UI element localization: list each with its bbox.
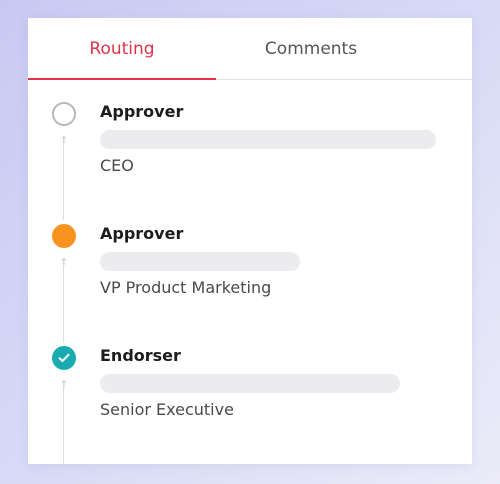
tab-routing-label: Routing [89,39,155,59]
in-progress-status-icon [52,224,76,248]
tab-bar: Routing Comments [28,18,472,80]
name-placeholder [100,252,300,271]
step-title: Senior Executive [100,400,234,419]
timeline-connector [63,258,64,342]
up-arrow-icon: ↑ [59,256,69,269]
name-placeholder [100,374,400,393]
step-title: VP Product Marketing [100,278,272,297]
routing-timeline: ↑ Approver CEO ↑ Approver VP Product Mar… [28,80,472,464]
up-arrow-icon: ↑ [59,134,69,147]
timeline-connector [63,136,64,220]
step-role: Approver [100,102,184,121]
timeline-connector [63,380,64,464]
step-title: CEO [100,156,134,175]
check-icon [52,346,76,370]
name-placeholder [100,130,436,149]
step-role: Approver [100,224,184,243]
routing-panel: Routing Comments ↑ Approver CEO ↑ Approv… [28,18,472,464]
routing-step: ↑ Approver VP Product Marketing [28,222,472,344]
tab-comments[interactable]: Comments [216,18,406,80]
up-arrow-icon: ↑ [59,378,69,391]
routing-step: ↑ Approver CEO [28,100,472,222]
pending-status-icon [52,102,76,126]
tab-comments-label: Comments [264,39,358,59]
tab-routing[interactable]: Routing [28,18,216,80]
routing-step: ↑ Endorser Senior Executive [28,344,472,466]
step-role: Endorser [100,346,181,365]
